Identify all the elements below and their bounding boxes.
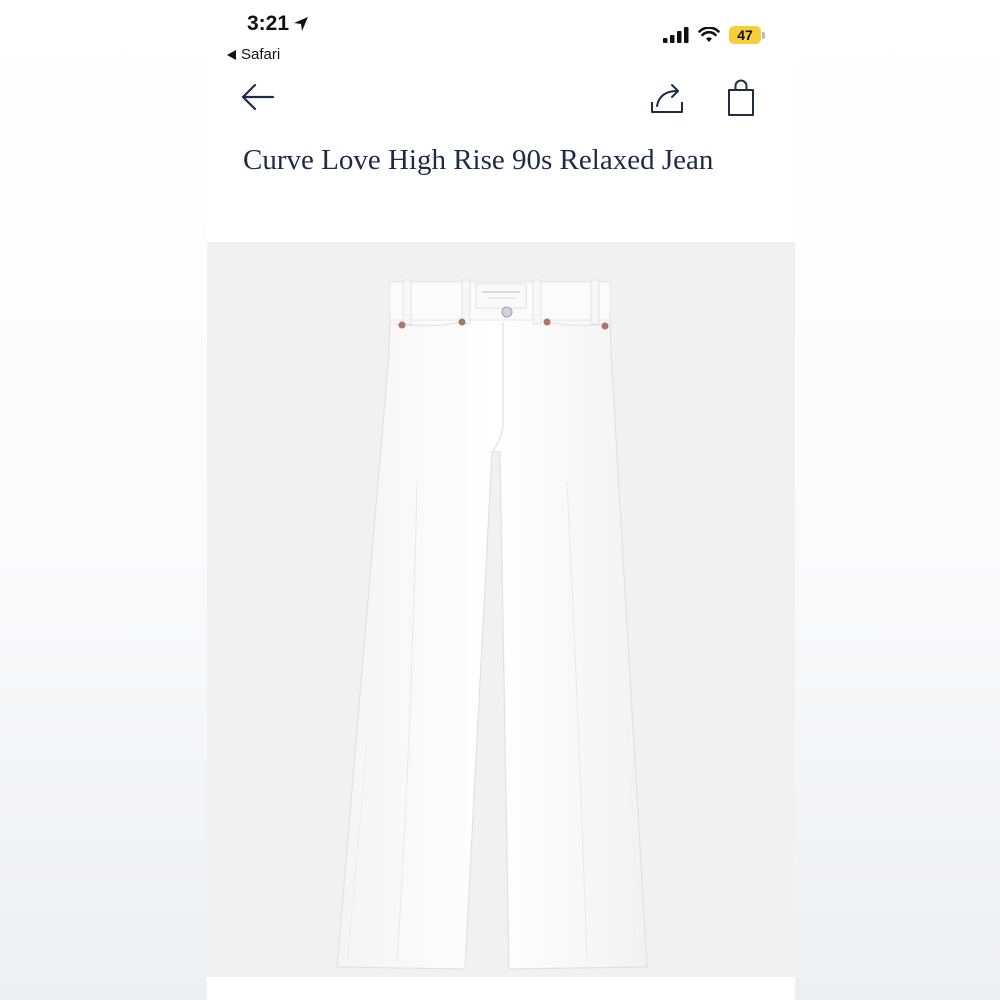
back-triangle-icon	[227, 49, 236, 60]
status-indicators: 47	[663, 26, 765, 44]
back-app-label: Safari	[241, 46, 281, 63]
product-image[interactable]	[207, 242, 795, 977]
product-title: Curve Love High Rise 90s Relaxed Jean	[243, 144, 714, 176]
wifi-icon	[698, 27, 720, 42]
battery-indicator: 47	[729, 26, 765, 44]
cellular-signal-icon	[663, 27, 689, 43]
share-button[interactable]	[649, 80, 685, 121]
location-arrow-icon	[294, 17, 309, 31]
back-to-safari[interactable]: Safari	[227, 46, 280, 63]
white-jeans-photo	[336, 279, 648, 970]
shopping-bag-icon	[728, 79, 754, 116]
arrow-left-icon	[241, 83, 275, 111]
battery-cap	[762, 31, 765, 39]
shopping-bag-button[interactable]	[725, 78, 757, 123]
back-button[interactable]	[241, 82, 275, 117]
share-icon	[651, 84, 683, 113]
right-background	[795, 0, 1000, 1000]
battery-level: 47	[729, 26, 761, 44]
phone-screen: 3:21 Safari 47 Curve Love High Rise 90s …	[207, 0, 795, 1000]
status-time: 3:21	[247, 12, 309, 36]
left-background	[0, 0, 207, 1000]
status-time-text: 3:21	[247, 12, 290, 35]
